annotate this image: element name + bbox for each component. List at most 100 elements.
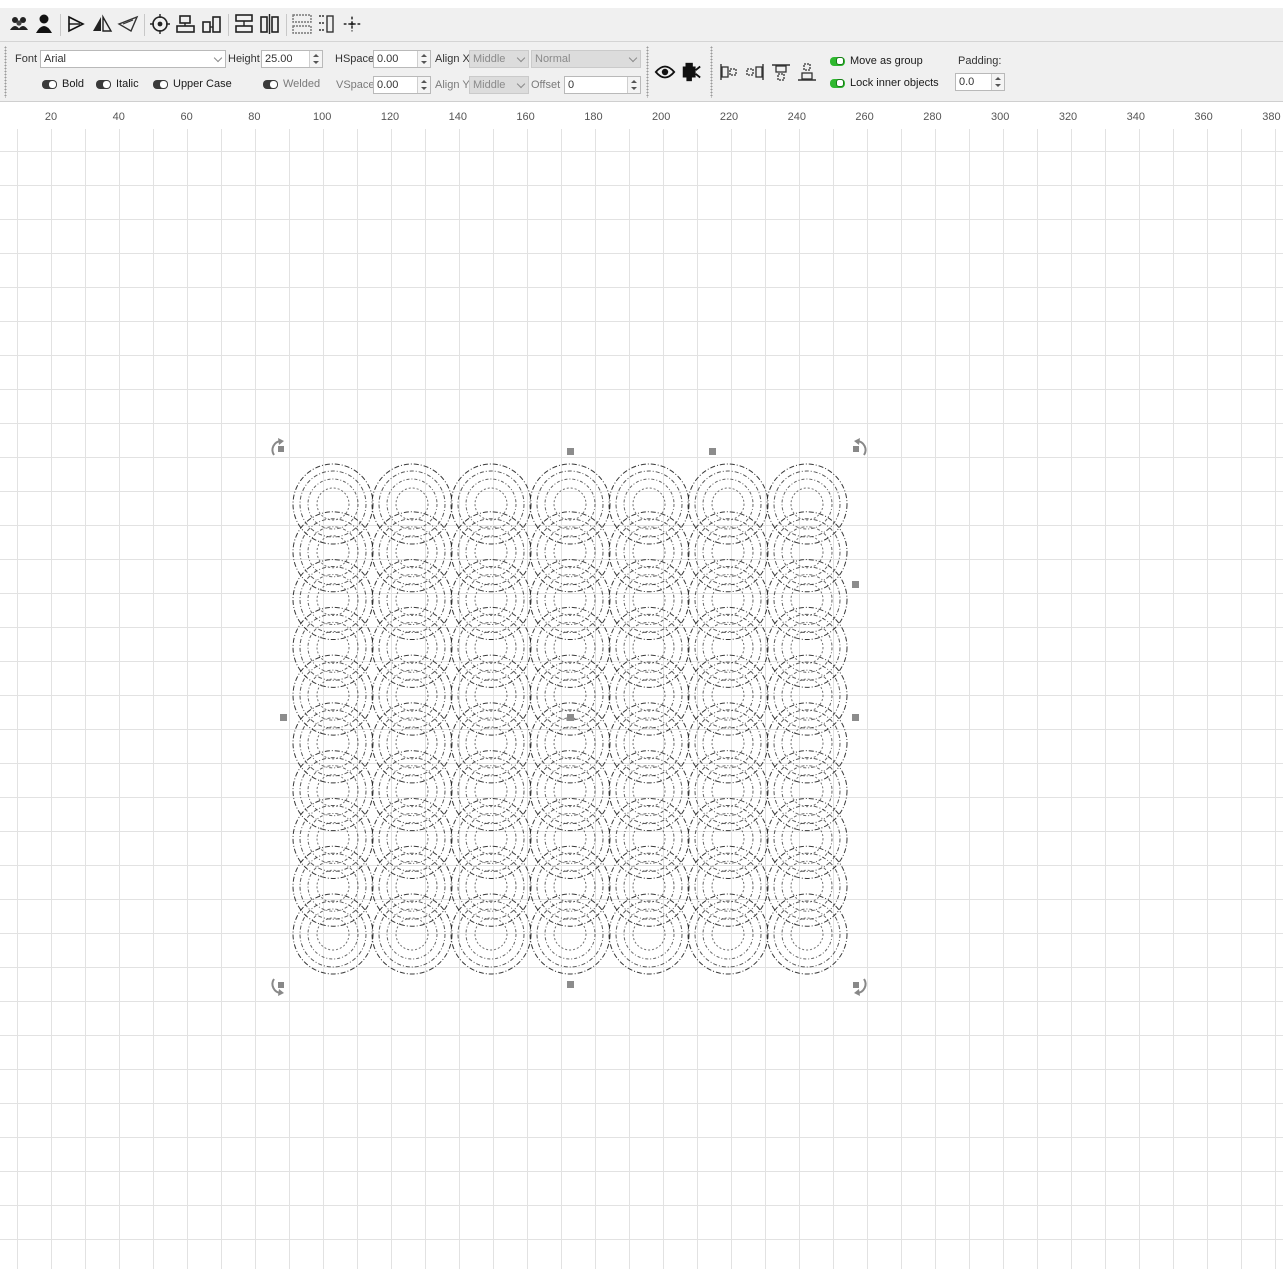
align-left-icon[interactable] [175,12,197,36]
align-edge-bottom-icon[interactable] [796,60,818,84]
padding-spinner[interactable] [991,74,1004,90]
padding-value: 0.0 [959,76,975,88]
pattern-circle [702,478,754,530]
pattern-circle [711,583,745,617]
height-input[interactable]: 25.00 [261,50,323,68]
align-edge-left-icon[interactable] [718,60,740,84]
pattern-circle [536,900,604,968]
pattern-circle [632,917,666,951]
align-y-select[interactable]: Middle [469,76,529,94]
user-icon[interactable] [33,12,55,36]
padding-input[interactable]: 0.0 [955,73,1005,91]
lock-inner-objects-label: Lock inner objects [850,77,939,89]
pattern-circle [450,559,532,641]
rotate-bottom-right-handle[interactable] [848,975,870,997]
pattern-circle [529,845,611,927]
align-x-label: Align X [435,53,470,65]
italic-toggle[interactable]: Italic [96,78,139,90]
toolbar-grip[interactable] [4,46,7,98]
toolbar-grip[interactable] [710,46,713,98]
pattern-circle [711,774,745,808]
font-select[interactable]: Arial [40,50,226,68]
vspace-spinner[interactable] [417,77,430,93]
pattern-circle [702,621,754,673]
rotate-top-left-handle[interactable] [268,437,290,459]
distribute-horizontal-icon[interactable] [259,12,281,36]
scale-handle-right[interactable] [852,714,859,721]
align-edge-right-icon[interactable] [744,60,766,84]
align-right-icon[interactable] [201,12,223,36]
group-icon[interactable] [8,12,30,36]
flip-horizontal-icon[interactable] [65,12,87,36]
dock-icon[interactable] [291,12,313,36]
toolbar-grip[interactable] [646,46,649,98]
pattern-circle [395,583,429,617]
pattern-circle [702,860,754,912]
pattern-circle [474,630,508,664]
eye-icon[interactable] [654,60,676,84]
move-as-group-switch[interactable] [830,56,845,66]
lock-inner-objects-switch[interactable] [830,78,845,88]
pattern-circle [711,678,745,712]
move-as-group-toggle[interactable]: Move as group [830,55,923,67]
pattern-circle [623,526,675,578]
align-top-icon[interactable] [315,12,337,36]
scale-handle-left[interactable] [280,714,287,721]
align-x-select[interactable]: Middle [469,50,529,68]
welded-toggle[interactable]: Welded [263,78,320,90]
distribute-vertical-icon[interactable] [233,12,255,36]
center-icon[interactable] [149,12,171,36]
pattern-circle [687,606,769,688]
pattern-circle [474,726,508,760]
bold-toggle[interactable]: Bold [42,78,84,90]
pattern-circle [395,917,429,951]
vspace-input[interactable]: 0.00 [373,76,431,94]
center-handle[interactable] [567,714,574,721]
scale-handle-top[interactable] [567,448,574,455]
height-spinner[interactable] [309,51,322,67]
pattern-circle [790,535,824,569]
pattern-circle [292,559,374,641]
rotate-bottom-left-handle[interactable] [268,975,290,997]
pattern-circle [307,860,359,912]
bold-switch[interactable] [42,79,57,89]
align-edge-top-icon[interactable] [770,60,792,84]
pattern-circle [292,750,374,832]
pattern-circle [292,511,374,593]
bold-label: Bold [62,78,85,90]
skew-handle-right[interactable] [852,581,859,588]
italic-switch[interactable] [96,79,111,89]
pattern-circle [553,774,587,808]
artwork-group[interactable] [0,129,1283,1269]
skew-handle-top[interactable] [709,448,716,455]
pattern-circle [395,869,429,903]
style-select[interactable]: Normal [531,50,641,68]
upper-case-switch[interactable] [153,79,168,89]
pattern-circle [687,750,769,832]
pattern-circle [465,717,517,769]
pattern-circle [623,478,675,530]
design-canvas[interactable] [0,129,1283,1269]
scale-handle-bottom[interactable] [567,981,574,988]
toolbar-separator [228,14,229,36]
pattern-circle [529,559,611,641]
vspace-label: VSpace [336,79,375,91]
hspace-spinner[interactable] [417,51,430,67]
offset-input[interactable]: 0 [564,76,641,94]
offset-spinner[interactable] [627,77,640,93]
pattern-circle [608,606,690,688]
lock-inner-objects-toggle[interactable]: Lock inner objects [830,77,939,89]
pattern-circle [632,487,666,521]
shear-icon[interactable] [117,12,139,36]
laser-head-icon[interactable] [680,60,702,84]
upper-case-toggle[interactable]: Upper Case [153,78,232,90]
ruler-tick-label: 300 [991,111,1010,123]
style-value: Normal [535,53,571,65]
move-icon[interactable] [341,12,363,36]
hspace-input[interactable]: 0.00 [373,50,431,68]
pattern-circle [781,717,833,769]
mirror-icon[interactable] [91,12,113,36]
pattern-circle [474,821,508,855]
rotate-top-right-handle[interactable] [848,437,870,459]
welded-switch[interactable] [263,79,278,89]
